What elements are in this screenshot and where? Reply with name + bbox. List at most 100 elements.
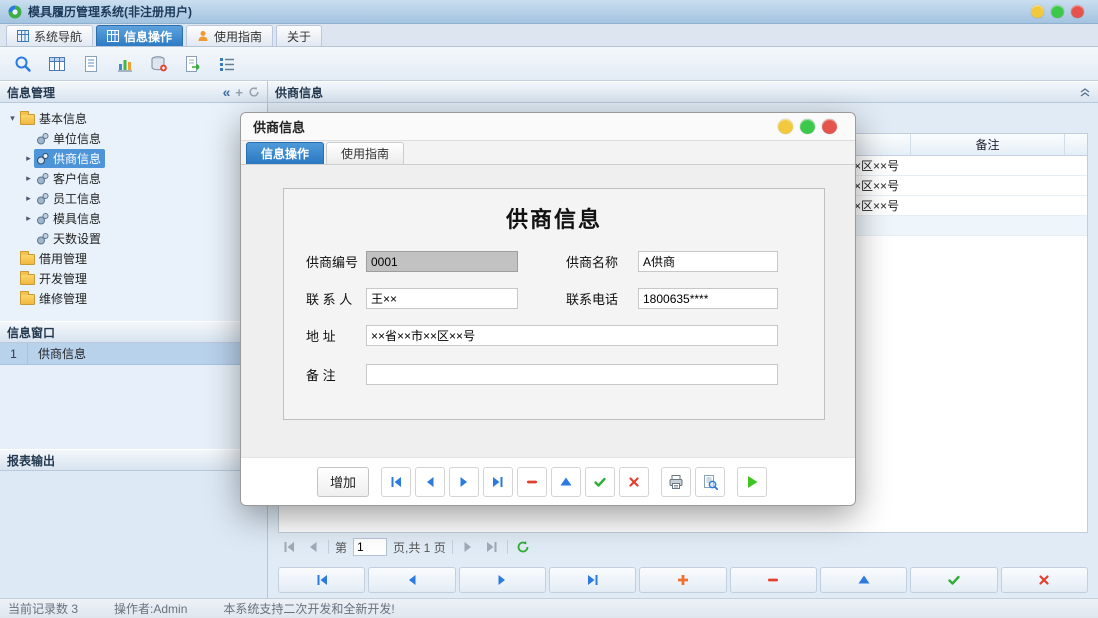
refresh-icon[interactable] — [248, 86, 260, 98]
tab-label: 关于 — [287, 28, 311, 45]
tab-about[interactable]: 关于 — [276, 25, 322, 46]
preview-button[interactable] — [695, 467, 725, 497]
phone-field[interactable] — [638, 288, 778, 309]
page-total-label: 页,共 1 页 — [393, 539, 446, 556]
first-record-button[interactable] — [278, 567, 365, 593]
caret-right-icon[interactable]: ▸ — [23, 153, 34, 164]
supplier-name-field[interactable] — [638, 251, 778, 272]
tree-item-employee-info[interactable]: ▸ 员工信息 — [0, 188, 267, 208]
dialog-maximize-button[interactable] — [800, 119, 815, 134]
refresh-icon[interactable] — [514, 538, 532, 556]
window-title: 模具履历管理系统(非注册用户) — [28, 3, 192, 20]
last-icon — [491, 475, 505, 489]
first-page-icon[interactable] — [280, 538, 298, 556]
x-icon — [1037, 573, 1051, 587]
delete-record-button[interactable] — [730, 567, 817, 593]
app-logo-icon — [8, 5, 22, 19]
tree-item-supplier-info[interactable]: ▸ 供商信息 — [0, 148, 267, 168]
minus-icon — [525, 475, 539, 489]
database-icon[interactable] — [146, 51, 172, 77]
panel-title: 供商信息 — [275, 84, 323, 101]
add-icon[interactable]: + — [235, 85, 243, 100]
panel-header-report-output: 报表输出 — [0, 449, 267, 471]
tree-label: 开发管理 — [39, 270, 87, 287]
column-header-remark[interactable]: 备注 — [911, 134, 1065, 155]
cancel-button[interactable] — [619, 467, 649, 497]
document-icon[interactable] — [78, 51, 104, 77]
tab-user-guide[interactable]: 使用指南 — [186, 25, 273, 46]
up-triangle-icon — [559, 475, 573, 489]
close-button[interactable] — [1071, 5, 1084, 18]
tab-system-nav[interactable]: 系统导航 — [6, 25, 93, 46]
collapse-left-icon[interactable]: « — [223, 85, 231, 99]
gear-icon — [36, 192, 49, 205]
confirm-button[interactable] — [910, 567, 997, 593]
edit-record-button[interactable] — [820, 567, 907, 593]
minimize-button[interactable] — [1031, 5, 1044, 18]
contact-label: 联 系 人 — [306, 289, 366, 308]
dialog-close-button[interactable] — [822, 119, 837, 134]
tree-item-repair-mgmt[interactable]: 维修管理 — [0, 288, 267, 308]
tree-label: 基本信息 — [39, 110, 87, 127]
prev-record-button[interactable] — [415, 467, 445, 497]
next-icon — [495, 573, 509, 587]
tree-item-unit-info[interactable]: 单位信息 — [0, 128, 267, 148]
next-icon — [457, 475, 471, 489]
panel-header-info-window: 信息窗口 — [0, 321, 267, 343]
caret-right-icon[interactable]: ▸ — [23, 213, 34, 224]
export-icon[interactable] — [180, 51, 206, 77]
phone-label: 联系电话 — [566, 289, 626, 308]
dialog-tab-user-guide[interactable]: 使用指南 — [326, 142, 404, 164]
prev-record-button[interactable] — [368, 567, 455, 593]
delete-record-button[interactable] — [517, 467, 547, 497]
last-record-button[interactable] — [483, 467, 513, 497]
x-icon — [627, 475, 641, 489]
caret-down-icon[interactable]: ▾ — [7, 113, 18, 124]
tree-item-dev-mgmt[interactable]: 开发管理 — [0, 268, 267, 288]
tree-item-base-info[interactable]: ▾ 基本信息 — [0, 108, 267, 128]
tree-item-customer-info[interactable]: ▸ 客户信息 — [0, 168, 267, 188]
next-page-icon[interactable] — [459, 538, 477, 556]
dialog-minimize-button[interactable] — [778, 119, 793, 134]
tree-item-borrow-mgmt[interactable]: 借用管理 — [0, 248, 267, 268]
first-record-button[interactable] — [381, 467, 411, 497]
tab-info-ops[interactable]: 信息操作 — [96, 25, 183, 46]
list-item[interactable]: 1 供商信息 — [0, 343, 267, 365]
next-record-button[interactable] — [459, 567, 546, 593]
supplier-code-field[interactable] — [366, 251, 518, 272]
prev-page-icon[interactable] — [304, 538, 322, 556]
table-icon[interactable] — [44, 51, 70, 77]
last-page-icon[interactable] — [483, 538, 501, 556]
tree-label: 天数设置 — [53, 230, 101, 247]
last-record-button[interactable] — [549, 567, 636, 593]
caret-right-icon[interactable]: ▸ — [23, 193, 34, 204]
print-button[interactable] — [661, 467, 691, 497]
search-icon[interactable] — [10, 51, 36, 77]
dialog-tab-info-ops[interactable]: 信息操作 — [246, 142, 324, 164]
maximize-button[interactable] — [1051, 5, 1064, 18]
caret-right-icon[interactable]: ▸ — [23, 173, 34, 184]
edit-record-button[interactable] — [551, 467, 581, 497]
chart-icon[interactable] — [112, 51, 138, 77]
cancel-button[interactable] — [1001, 567, 1088, 593]
printer-icon — [668, 474, 684, 490]
play-icon — [744, 474, 760, 490]
next-record-button[interactable] — [449, 467, 479, 497]
window-controls — [1031, 5, 1090, 18]
page-number-input[interactable] — [353, 538, 387, 556]
tree-item-mold-info[interactable]: ▸ 模具信息 — [0, 208, 267, 228]
add-button[interactable]: 增加 — [317, 467, 369, 497]
remark-field[interactable] — [366, 364, 778, 385]
add-record-button[interactable] — [639, 567, 726, 593]
address-field[interactable] — [366, 325, 778, 346]
folder-icon — [20, 274, 35, 285]
collapse-up-icon[interactable] — [1079, 86, 1091, 98]
tree-item-days-setting[interactable]: 天数设置 — [0, 228, 267, 248]
run-button[interactable] — [737, 467, 767, 497]
person-icon — [197, 30, 209, 42]
list-icon[interactable] — [214, 51, 240, 77]
row-label: 供商信息 — [28, 345, 86, 362]
confirm-button[interactable] — [585, 467, 615, 497]
first-icon — [389, 475, 403, 489]
contact-field[interactable] — [366, 288, 518, 309]
